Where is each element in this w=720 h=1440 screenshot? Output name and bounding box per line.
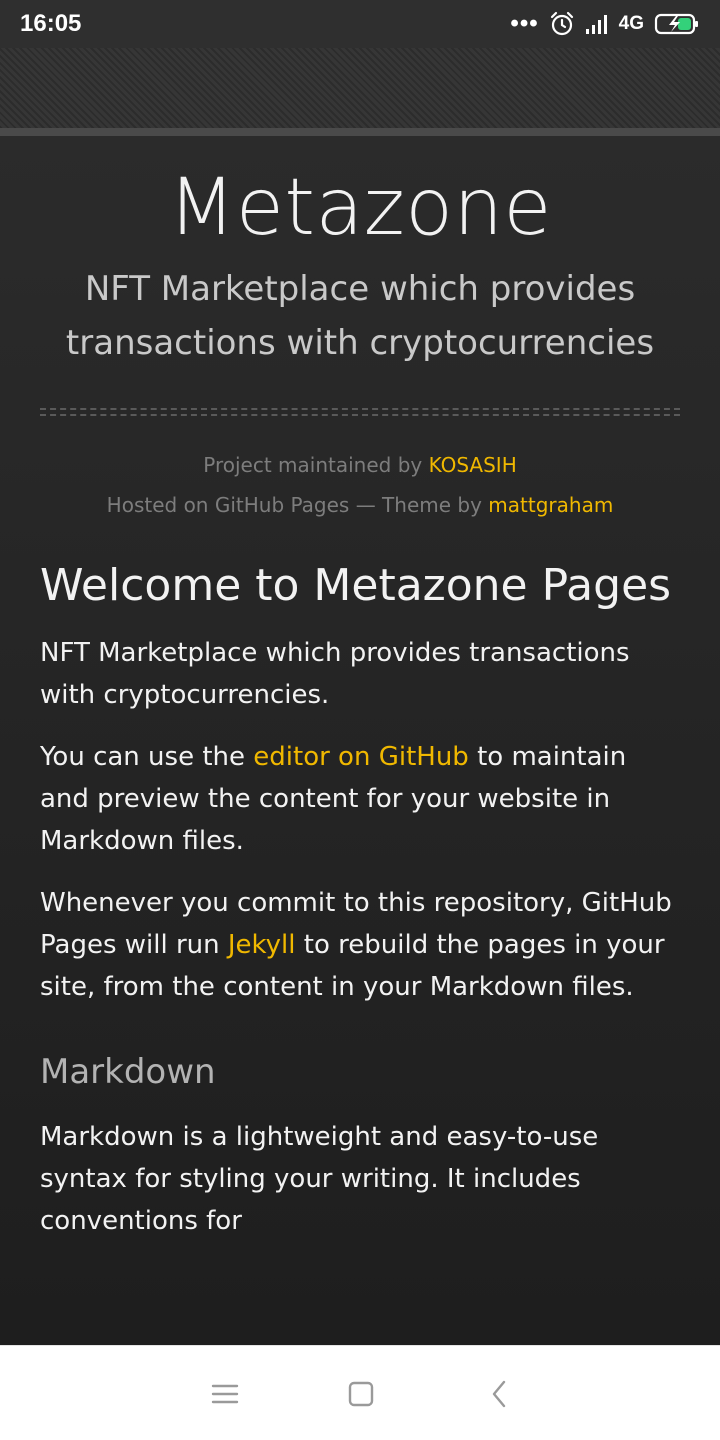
site-tagline: NFT Marketplace which provides transacti… [65,269,655,363]
markdown-paragraph: Markdown is a lightweight and easy-to-us… [40,1122,599,1236]
menu-button[interactable] [205,1378,245,1410]
header-pattern-band [0,48,720,128]
intro-paragraph: NFT Marketplace which provides transacti… [40,638,630,710]
site-title: Metazone [168,163,552,253]
back-icon [492,1380,506,1408]
hosted-prefix: Hosted on GitHub Pages — Theme by [106,493,482,517]
page-content[interactable]: Metazone NFT Marketplace which provides … [0,136,720,1345]
welcome-heading: Welcome to Metazone Pages [40,560,672,611]
maintainer-link[interactable]: KOSASIH [429,453,517,477]
editor-text-before: You can use the [40,742,254,772]
jekyll-link[interactable]: Jekyll [228,930,296,960]
back-button[interactable] [480,1378,520,1410]
home-icon [348,1381,374,1407]
more-dots: ••• [510,10,539,37]
battery-charging-icon [654,12,700,36]
main-content: Welcome to Metazone Pages NFT Marketplac… [40,560,680,1242]
theme-author-link[interactable]: mattgraham [488,493,613,517]
alarm-icon [549,11,575,37]
home-button[interactable] [341,1378,381,1410]
system-nav-bar [0,1345,720,1440]
header-dashed-divider [40,408,680,416]
status-icons: ••• 4G [510,10,700,38]
header-divider [0,128,720,136]
status-time: 16:05 [20,10,82,37]
editor-on-github-link[interactable]: editor on GitHub [253,742,469,772]
signal-icon [585,13,609,35]
network-type: 4G [618,13,644,34]
editor-paragraph: You can use the editor on GitHub to main… [40,736,680,862]
theme-credit: Hosted on GitHub Pages — Theme by mattgr… [0,490,720,520]
markdown-heading: Markdown [40,1052,216,1092]
status-bar: 16:05 ••• 4G [0,0,720,48]
maintainer-prefix: Project maintained by [203,453,423,477]
jekyll-paragraph: Whenever you commit to this repository, … [40,882,680,1008]
menu-icon [211,1384,239,1404]
maintainer-credit: Project maintained by KOSASIH [0,450,720,480]
